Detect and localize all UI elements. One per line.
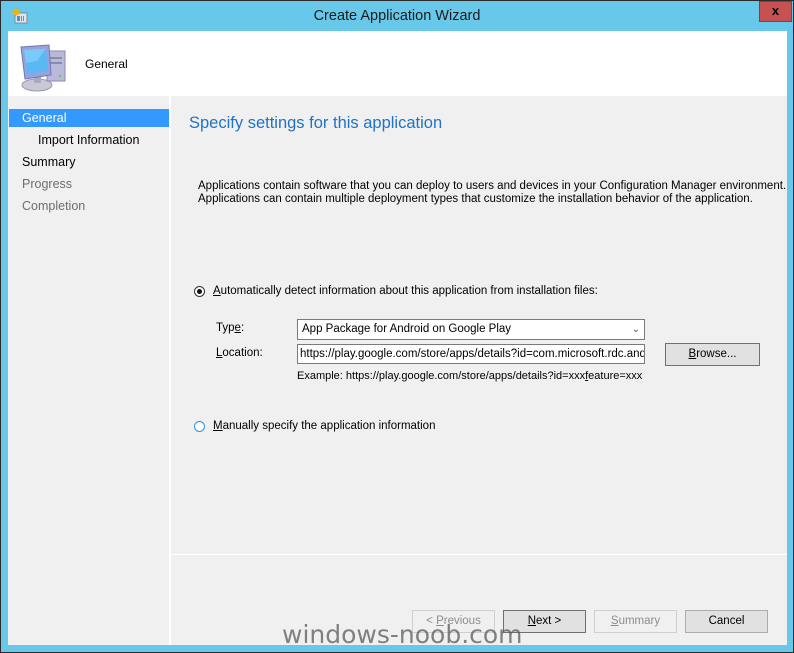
description-line-2: Applications can contain multiple deploy… — [198, 193, 753, 205]
header-title: General — [85, 57, 128, 71]
previous-button[interactable]: < Previous — [412, 610, 495, 633]
location-label: Location: — [216, 347, 263, 359]
sidebar-item-progress: Progress — [22, 177, 73, 191]
auto-detect-radio[interactable] — [194, 285, 205, 297]
window-title: Create Application Wizard — [313, 8, 481, 24]
cancel-button[interactable]: Cancel — [685, 610, 768, 633]
next-button[interactable]: Next > — [503, 610, 586, 633]
computer-icon — [20, 44, 66, 92]
page-title: Specify settings for this application — [189, 114, 443, 132]
location-example: Example: https://play.google.com/store/a… — [297, 370, 643, 382]
location-input[interactable]: https://play.google.com/store/apps/detai… — [297, 344, 645, 364]
sidebar-item-import-information[interactable]: Import Information — [9, 131, 169, 149]
browse-button[interactable]: Browse... — [665, 343, 760, 366]
type-label: Type: — [216, 322, 245, 334]
sidebar-item-summary[interactable]: Summary — [9, 153, 169, 171]
wizard-content: Specify settings for this application Ap… — [171, 96, 787, 645]
page-description: Applications contain software that you c… — [198, 180, 786, 206]
title-bar[interactable]: Create Application Wizard x — [1, 1, 793, 31]
sidebar-item-general[interactable]: General — [9, 109, 169, 127]
description-line-1: Applications contain software that you c… — [198, 180, 787, 192]
chevron-down-icon[interactable]: ⌄ — [632, 320, 640, 339]
auto-detect-label[interactable]: Automatically detect information about t… — [213, 285, 598, 297]
manual-specify-label[interactable]: Manually specify the application informa… — [213, 420, 435, 432]
summary-button[interactable]: Summary — [594, 610, 677, 633]
footer-separator — [171, 554, 787, 555]
type-dropdown-value: App Package for Android on Google Play — [302, 323, 512, 335]
close-button[interactable]: x — [759, 1, 792, 22]
auto-detect-option[interactable]: Automatically detect information about t… — [194, 285, 598, 297]
manual-specify-option[interactable]: Manually specify the application informa… — [194, 420, 435, 432]
manual-specify-radio[interactable] — [194, 420, 205, 432]
wizard-window: Create Application Wizard x General Gene… — [1, 1, 793, 652]
sidebar-item-completion: Completion — [22, 199, 86, 213]
close-icon: x — [771, 3, 780, 18]
wizard-header: General — [8, 31, 787, 96]
type-dropdown[interactable]: App Package for Android on Google Play ⌄ — [297, 319, 645, 340]
wizard-sidebar: General Import Information Summary Progr… — [8, 96, 169, 645]
wizard-client-area: General General Import Information Summa… — [8, 31, 787, 645]
